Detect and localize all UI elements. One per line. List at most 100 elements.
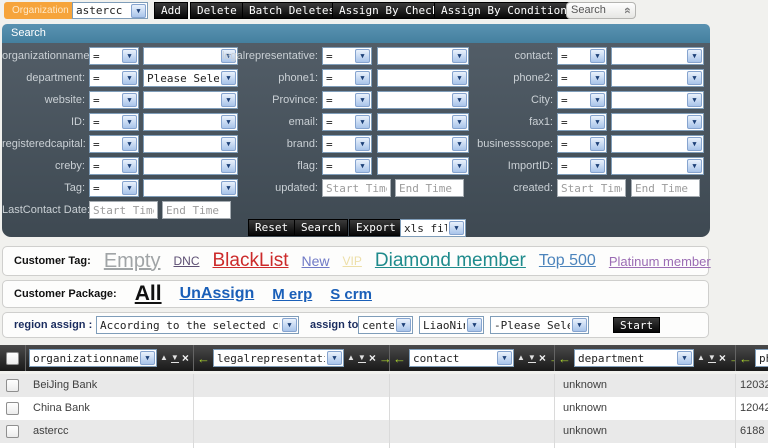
- filter-label-province: Province:: [200, 91, 318, 109]
- move-column-left-icon[interactable]: ←: [197, 352, 210, 365]
- email-op-select[interactable]: =▼: [322, 113, 372, 131]
- lastcontact-start-input[interactable]: [89, 201, 158, 219]
- select-all-checkbox[interactable]: [6, 352, 19, 365]
- sort-descending-icon[interactable]: ▼: [708, 354, 716, 363]
- remove-column-icon[interactable]: ×: [539, 352, 546, 364]
- flag-op-select[interactable]: =▼: [322, 157, 372, 175]
- start-button[interactable]: Start: [613, 317, 660, 333]
- search-button[interactable]: Search: [294, 219, 348, 236]
- tag-link-new[interactable]: New: [302, 253, 330, 269]
- id-op-select[interactable]: =▼: [89, 113, 139, 131]
- move-column-left-icon[interactable]: ←: [393, 352, 406, 365]
- tag-link-vip[interactable]: VIP: [343, 254, 362, 268]
- city-value-select[interactable]: ▼: [611, 91, 704, 109]
- move-column-left-icon[interactable]: ←: [739, 352, 752, 365]
- city-op-select[interactable]: =▼: [557, 91, 607, 109]
- tag-link-diamond-member[interactable]: Diamond member: [375, 250, 526, 272]
- contact-op-select[interactable]: =▼: [557, 47, 607, 65]
- move-column-left-icon[interactable]: ←: [558, 352, 571, 365]
- cell-legalrepresentative: [193, 420, 389, 443]
- chevron-down-icon: ▼: [355, 137, 370, 151]
- remove-column-icon[interactable]: ×: [369, 352, 376, 364]
- sort-ascending-icon[interactable]: ▲: [160, 354, 168, 362]
- brand-op-select[interactable]: =▼: [322, 135, 372, 153]
- column-select-organizationname[interactable]: organizationname▼: [29, 349, 157, 367]
- lastcontact-end-input[interactable]: [162, 201, 231, 219]
- created-start-input[interactable]: [557, 179, 626, 197]
- creby-op-select[interactable]: =▼: [89, 157, 139, 175]
- importid-op-select[interactable]: =▼: [557, 157, 607, 175]
- businessscope-value-select[interactable]: ▼: [611, 135, 704, 153]
- phone2-value-select[interactable]: ▼: [611, 69, 704, 87]
- move-column-right-icon[interactable]: →: [379, 352, 389, 365]
- created-end-input[interactable]: [631, 179, 700, 197]
- column-select-phone[interactable]: pho▼: [755, 349, 768, 367]
- filter-label-flag: flag:: [200, 157, 318, 175]
- table-row[interactable]: astercc unknown 6188: [0, 420, 768, 443]
- table-row-partial[interactable]: [0, 443, 768, 448]
- tag-link-empty[interactable]: Empty: [104, 250, 161, 273]
- remove-column-icon[interactable]: ×: [719, 352, 726, 364]
- sort-ascending-icon[interactable]: ▲: [347, 354, 355, 362]
- row-checkbox[interactable]: [6, 425, 19, 438]
- fax1-value-select[interactable]: ▼: [611, 113, 704, 131]
- phone1-op-select[interactable]: =▼: [322, 69, 372, 87]
- tag-link-platinum-member[interactable]: Platinum member: [609, 254, 711, 269]
- organization-select[interactable]: astercc ▼: [72, 2, 148, 19]
- cell-department: unknown: [554, 374, 735, 397]
- row-checkbox[interactable]: [6, 402, 19, 415]
- importid-value-select[interactable]: ▼: [611, 157, 704, 175]
- row-checkbox[interactable]: [6, 379, 19, 392]
- assign-by-check-button[interactable]: Assign By Check: [332, 2, 445, 19]
- website-op-select[interactable]: =▼: [89, 91, 139, 109]
- filter-row-3: website: =▼ ▼ Province: =▼ ▼ City: =▼ ▼: [2, 90, 710, 110]
- department-op-select[interactable]: =▼: [89, 69, 139, 87]
- tag-link-dnc[interactable]: DNC: [174, 254, 200, 268]
- tag-op-select[interactable]: =▼: [89, 179, 139, 197]
- package-link-all[interactable]: All: [135, 282, 162, 306]
- column-select-legalrepresentative[interactable]: legalrepresentative▼: [213, 349, 344, 367]
- filter-label-businessscope: businessscope:: [430, 135, 553, 153]
- organization-tab[interactable]: Organization: [4, 2, 77, 19]
- sort-ascending-icon[interactable]: ▲: [517, 354, 525, 362]
- assign-province-select[interactable]: LiaoNing ▼: [419, 316, 484, 334]
- table-row[interactable]: China Bank unknown 120426: [0, 397, 768, 420]
- tag-link-blacklist[interactable]: BlackList: [213, 250, 289, 272]
- sort-descending-icon[interactable]: ▼: [358, 354, 366, 363]
- assign-agent-select[interactable]: -Please Select- ▼: [490, 316, 589, 334]
- updated-start-input[interactable]: [322, 179, 391, 197]
- package-link-m-erp[interactable]: M erp: [272, 286, 312, 303]
- reset-button[interactable]: Reset: [248, 219, 295, 236]
- delete-button[interactable]: Delete: [190, 2, 244, 19]
- sort-descending-icon[interactable]: ▼: [171, 354, 179, 363]
- assign-method-select[interactable]: According to the selected customer ▼: [96, 316, 299, 334]
- chevron-down-icon: ▼: [590, 71, 605, 85]
- search-collapse-toggle[interactable]: Search «: [566, 2, 636, 19]
- sort-descending-icon[interactable]: ▼: [528, 354, 536, 363]
- column-select-department[interactable]: department▼: [574, 349, 694, 367]
- assign-by-conditions-button[interactable]: Assign By Conditions: [434, 2, 580, 19]
- phone2-op-select[interactable]: =▼: [557, 69, 607, 87]
- legalrepresentative-op-select[interactable]: =▼: [322, 47, 372, 65]
- package-link-unassign[interactable]: UnAssign: [180, 285, 255, 303]
- sort-ascending-icon[interactable]: ▲: [697, 354, 705, 362]
- column-select-contact[interactable]: contact▼: [409, 349, 514, 367]
- batch-deletes-button[interactable]: Batch Deletes: [242, 2, 342, 19]
- organizationname-op-select[interactable]: =▼: [89, 47, 139, 65]
- contact-value-select[interactable]: ▼: [611, 47, 704, 65]
- region-assign-label: region assign :: [14, 319, 92, 331]
- export-button[interactable]: Export: [349, 219, 403, 236]
- search-panel-header[interactable]: Search: [2, 24, 710, 43]
- table-row[interactable]: BeiJing Bank unknown 120320: [0, 374, 768, 397]
- add-button[interactable]: Add: [154, 2, 188, 19]
- export-format-select[interactable]: xls file ▼: [400, 219, 466, 237]
- assign-center-select[interactable]: center ▼: [358, 316, 413, 334]
- package-link-s-crm[interactable]: S crm: [330, 286, 372, 303]
- tag-link-top-500[interactable]: Top 500: [539, 252, 596, 270]
- province-op-select[interactable]: =▼: [322, 91, 372, 109]
- registeredcapital-op-select[interactable]: =▼: [89, 135, 139, 153]
- businessscope-op-select[interactable]: =▼: [557, 135, 607, 153]
- chevron-down-icon: ▼: [687, 93, 702, 107]
- fax1-op-select[interactable]: =▼: [557, 113, 607, 131]
- remove-column-icon[interactable]: ×: [182, 352, 189, 364]
